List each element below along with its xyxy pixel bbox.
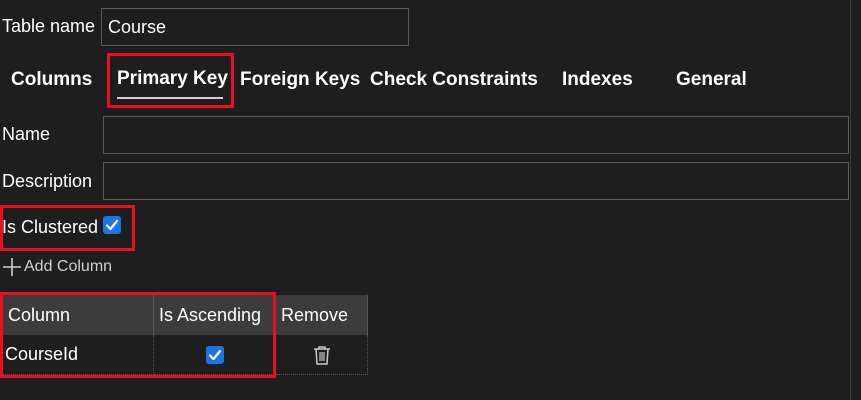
is-clustered-label: Is Clustered bbox=[2, 217, 99, 237]
plus-icon bbox=[3, 258, 21, 276]
grid-cell-remove bbox=[276, 335, 368, 375]
vertical-scrollbar[interactable] bbox=[850, 0, 861, 400]
grid-cell-column[interactable]: CourseId bbox=[3, 335, 154, 375]
tab-general[interactable]: General bbox=[676, 69, 747, 91]
tab-foreign-keys[interactable]: Foreign Keys bbox=[240, 69, 360, 91]
checkmark-icon bbox=[208, 349, 221, 360]
table-name-label: Table name bbox=[2, 16, 96, 36]
tab-indexes[interactable]: Indexes bbox=[562, 69, 633, 91]
add-column-button[interactable]: Add Column bbox=[2, 257, 112, 277]
tab-check-constraints[interactable]: Check Constraints bbox=[370, 69, 538, 91]
name-label: Name bbox=[2, 124, 51, 144]
trash-icon[interactable] bbox=[313, 345, 331, 365]
table-name-input[interactable] bbox=[101, 8, 409, 46]
checkmark-icon bbox=[105, 219, 119, 231]
grid-header-remove: Remove bbox=[276, 295, 368, 335]
description-input[interactable] bbox=[103, 162, 849, 200]
grid-cell-is-ascending bbox=[154, 335, 276, 375]
grid-header-is-ascending: Is Ascending bbox=[154, 295, 276, 335]
is-ascending-checkbox[interactable] bbox=[205, 345, 224, 364]
tab-primary-key[interactable]: Primary Key bbox=[117, 68, 228, 90]
tab-active-underline bbox=[117, 97, 223, 99]
tab-columns[interactable]: Columns bbox=[11, 69, 92, 91]
grid-header-column: Column bbox=[3, 295, 154, 335]
name-input[interactable] bbox=[103, 116, 849, 154]
description-label: Description bbox=[2, 171, 93, 191]
add-column-label: Add Column bbox=[24, 258, 113, 275]
is-clustered-checkbox[interactable] bbox=[103, 216, 121, 234]
